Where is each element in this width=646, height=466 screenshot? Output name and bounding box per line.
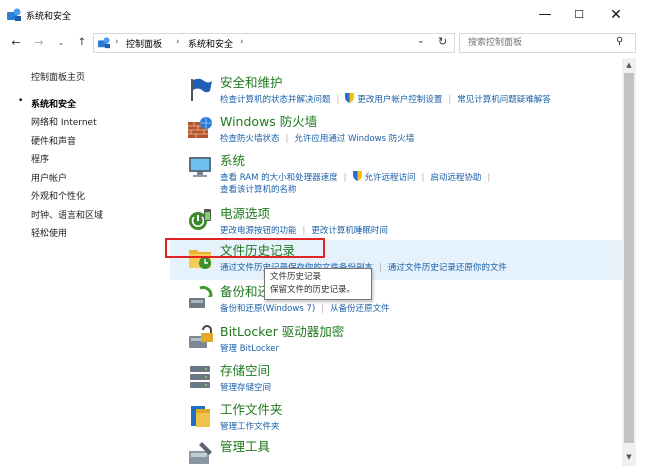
category-links-row2: 查看该计算机的名称 [220,183,297,195]
link-check-status[interactable]: 检查计算机的状态并解决问题 [220,95,331,105]
breadcrumb-separator[interactable]: › [240,37,244,47]
category-links: 检查计算机的状态并解决问题 | 更改用户帐户控制设置 | 常见计算机问题疑难解答 [220,93,551,105]
link-sleep-time[interactable]: 更改计算机睡眠时间 [311,226,388,236]
category-bitlocker: BitLocker 驱动器加密 管理 BitLocker [170,321,622,361]
sidebar-item-clock-language[interactable]: 时钟、语言和区域 [31,208,103,221]
window-title: 系统和安全 [26,12,72,22]
category-links: 管理工作文件夹 [220,420,280,432]
highlight-box [165,238,325,258]
forward-button[interactable]: → [30,34,48,52]
category-links: 管理 BitLocker [220,342,279,354]
sidebar: 控制面板主页 • 系统和安全 网络和 Internet 硬件和声音 程序 用户帐… [0,58,170,466]
category-links: 备份和还原(Windows 7) | 从备份还原文件 [220,304,390,314]
category-work-folders: 工作文件夹 管理工作文件夹 [170,399,622,439]
category-title[interactable]: 工作文件夹 [220,399,283,418]
category-title[interactable]: 存储空间 [220,360,270,379]
link-manage-work-folders[interactable]: 管理工作文件夹 [220,422,280,432]
category-power: 电源选项 更改电源按钮的功能 | 更改计算机睡眠时间 [170,203,622,243]
category-admin-tools: 管理工具 [170,436,622,466]
category-firewall: Windows 防火墙 检查防火墙状态 | 允许应用通过 Windows 防火墙 [170,111,622,151]
link-manage-bitlocker[interactable]: 管理 BitLocker [220,344,279,354]
category-title[interactable]: 系统 [220,150,245,169]
uac-shield-icon [345,93,355,103]
sidebar-item-appearance[interactable]: 外观和个性化 [31,189,85,202]
category-title[interactable]: BitLocker 驱动器加密 [220,321,344,340]
current-bullet: • [18,96,24,106]
link-restore-files[interactable]: 通过文件历史记录还原你的文件 [388,263,507,273]
category-title[interactable]: 安全和维护 [220,72,283,91]
navigation-bar: ← → ⌄ ↑ › 控制面板 › 系统和安全 › ⌄ ↻ ⚲ [0,30,646,58]
sidebar-item-hardware[interactable]: 硬件和声音 [31,134,76,147]
link-firewall-status[interactable]: 检查防火墙状态 [220,134,280,144]
breadcrumb-separator[interactable]: › [176,37,180,47]
link-manage-storage[interactable]: 管理存储空间 [220,383,271,393]
storage-icon [190,366,210,388]
category-links: 检查防火墙状态 | 允许应用通过 Windows 防火墙 [220,134,415,144]
uac-shield-icon [352,171,362,181]
work-folders-icon [191,406,210,427]
search-icon[interactable]: ⚲ [616,36,623,47]
scroll-thumb[interactable] [624,73,634,443]
sidebar-item-user-accounts[interactable]: 用户帐户 [31,171,67,184]
breadcrumb-separator[interactable]: › [115,37,119,47]
link-remote-access[interactable]: 允许远程访问 [365,173,416,183]
address-bar[interactable]: › 控制面板 › 系统和安全 › ⌄ ↻ [93,33,455,53]
control-panel-window: 系统和安全 — ☐ ✕ ← → ⌄ ↑ › 控制面板 › 系统和安全 › ⌄ ↻… [0,0,646,466]
sidebar-item-programs[interactable]: 程序 [31,152,49,165]
scroll-down-button[interactable]: ▼ [622,450,636,464]
category-title[interactable]: 电源选项 [220,203,270,222]
category-title[interactable]: 管理工具 [220,436,270,455]
search-input[interactable] [468,36,613,50]
link-troubleshoot[interactable]: 常见计算机问题疑难解答 [457,95,551,105]
minimize-button[interactable]: — [528,0,562,30]
up-button[interactable]: ↑ [73,34,91,52]
flag-icon [191,78,212,101]
link-computer-name[interactable]: 查看该计算机的名称 [220,185,297,195]
category-list: 安全和维护 检查计算机的状态并解决问题 | 更改用户帐户控制设置 | 常见计算机问题疑难… [170,58,622,466]
admin-tools-icon [189,442,212,464]
close-button[interactable]: ✕ [599,0,633,30]
computer-icon [189,157,211,177]
tooltip-title: 文件历史记录 [270,272,322,282]
maximize-button[interactable]: ☐ [562,0,596,30]
link-view-ram[interactable]: 查看 RAM 的大小和处理器速度 [220,173,338,183]
category-system: 系统 查看 RAM 的大小和处理器速度 | 允许远程访问 | 启动远程协助 | 查看该计算… [170,150,622,195]
link-power-button[interactable]: 更改电源按钮的功能 [220,226,297,236]
breadcrumb-system-security[interactable]: 系统和安全 [188,37,233,50]
vertical-scrollbar[interactable]: ▲ ▼ [622,58,636,466]
link-allow-app[interactable]: 允许应用通过 Windows 防火墙 [294,134,414,144]
firewall-icon [188,117,212,138]
category-links: 更改电源按钮的功能 | 更改计算机睡眠时间 [220,226,388,236]
bitlocker-icon [189,325,213,348]
breadcrumb-control-panel[interactable]: 控制面板 [126,37,162,50]
sidebar-item-network[interactable]: 网络和 Internet [31,115,97,128]
category-links: 查看 RAM 的大小和处理器速度 | 允许远程访问 | 启动远程协助 | [220,171,491,183]
control-panel-icon [98,37,110,49]
category-security-maintenance: 安全和维护 检查计算机的状态并解决问题 | 更改用户帐户控制设置 | 常见计算机问题疑难… [170,72,622,112]
link-backup-restore-win7[interactable]: 备份和还原(Windows 7) [220,304,315,314]
sidebar-item-ease-of-access[interactable]: 轻松使用 [31,226,67,239]
scroll-up-button[interactable]: ▲ [622,58,636,72]
category-links: 管理存储空间 [220,381,271,393]
sidebar-item-home[interactable]: 控制面板主页 [31,70,85,83]
category-backup-restore: 备份和还原(Windows 7) 备份和还原(Windows 7)|从备份还原文… [170,281,622,321]
address-dropdown-icon[interactable]: ⌄ [417,36,425,46]
link-uac-settings[interactable]: 更改用户帐户控制设置 [357,95,442,105]
tooltip-description: 保留文件的历史记录。 [270,285,356,295]
title-bar: 系统和安全 — ☐ ✕ [0,0,646,30]
category-storage-spaces: 存储空间 管理存储空间 [170,360,622,400]
control-panel-icon [7,8,21,21]
link-remote-assistance[interactable]: 启动远程协助 [430,173,481,183]
refresh-icon[interactable]: ↻ [438,35,447,48]
sidebar-item-system-security[interactable]: 系统和安全 [31,97,76,110]
tooltip: 文件历史记录 保留文件的历史记录。 [264,268,372,300]
power-icon [189,209,211,230]
category-title[interactable]: Windows 防火墙 [220,111,317,130]
recent-locations-button[interactable]: ⌄ [52,34,70,52]
link-restore-from-backup[interactable]: 从备份还原文件 [330,304,390,314]
search-box[interactable]: ⚲ [459,33,636,53]
backup-icon [189,285,213,308]
back-button[interactable]: ← [7,34,25,52]
